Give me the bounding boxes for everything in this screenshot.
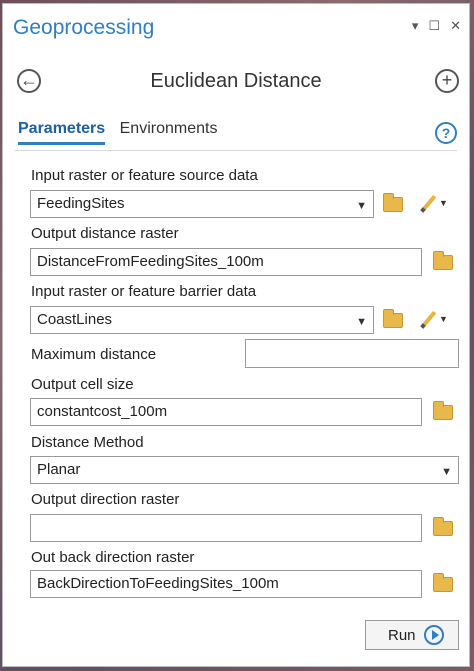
input-source-label: Input raster or feature source data <box>31 167 258 184</box>
distance-method-label: Distance Method <box>31 434 144 451</box>
back-direction-label: Out back direction raster <box>31 549 195 566</box>
folder-browse-icon[interactable] <box>383 193 403 212</box>
output-direction-label: Output direction raster <box>31 491 180 508</box>
pane-titlebar: Geoprocessing ▾ ☐ ✕ <box>3 4 469 48</box>
sketch-pencil-icon[interactable]: ▼ <box>420 310 449 330</box>
play-icon <box>424 625 444 645</box>
distance-method-value: Planar <box>37 461 81 478</box>
cell-size-label: Output cell size <box>31 376 134 393</box>
pin-dropdown-icon[interactable]: ▾ <box>412 18 419 34</box>
folder-browse-icon[interactable] <box>383 309 403 328</box>
tool-title: Euclidean Distance <box>150 70 322 92</box>
tab-environments[interactable]: Environments <box>120 120 218 142</box>
chevron-down-icon: ▼ <box>356 200 367 212</box>
close-icon[interactable]: ✕ <box>450 18 461 34</box>
run-button[interactable]: Run <box>365 620 459 650</box>
tab-bar: Parameters Environments <box>18 120 227 145</box>
input-source-value: FeedingSites <box>37 195 125 212</box>
input-barrier-dropdown[interactable]: CoastLines ▼ <box>30 306 374 334</box>
add-icon[interactable]: + <box>435 69 459 93</box>
input-source-dropdown[interactable]: FeedingSites ▼ <box>30 190 374 218</box>
folder-browse-icon[interactable] <box>433 401 453 420</box>
sketch-pencil-icon[interactable]: ▼ <box>420 194 449 214</box>
tool-header: ← Euclidean Distance + <box>3 64 469 98</box>
help-icon[interactable]: ? <box>435 122 457 144</box>
output-distance-label: Output distance raster <box>31 225 179 242</box>
max-distance-input[interactable] <box>245 339 459 368</box>
folder-browse-icon[interactable] <box>433 573 453 592</box>
window-controls: ▾ ☐ ✕ <box>412 18 461 34</box>
pane-title: Geoprocessing <box>13 16 155 39</box>
maximize-icon[interactable]: ☐ <box>428 18 440 34</box>
input-barrier-label: Input raster or feature barrier data <box>31 283 257 300</box>
chevron-down-icon: ▼ <box>356 316 367 328</box>
chevron-down-icon: ▼ <box>441 466 452 478</box>
chevron-down-icon: ▼ <box>439 314 448 324</box>
run-label: Run <box>388 627 416 644</box>
output-direction-input[interactable] <box>30 514 422 542</box>
max-distance-label: Maximum distance <box>31 346 157 363</box>
divider <box>15 150 457 151</box>
back-direction-input[interactable]: BackDirectionToFeedingSites_100m <box>30 570 422 598</box>
input-barrier-value: CoastLines <box>37 311 113 328</box>
folder-browse-icon[interactable] <box>433 517 453 536</box>
geoprocessing-pane: Geoprocessing ▾ ☐ ✕ ← Euclidean Distance… <box>2 3 470 667</box>
cell-size-input[interactable]: constantcost_100m <box>30 398 422 426</box>
distance-method-dropdown[interactable]: Planar ▼ <box>30 456 459 484</box>
folder-browse-icon[interactable] <box>433 251 453 270</box>
chevron-down-icon: ▼ <box>439 198 448 208</box>
tab-parameters[interactable]: Parameters <box>18 120 106 145</box>
output-distance-input[interactable]: DistanceFromFeedingSites_100m <box>30 248 422 276</box>
